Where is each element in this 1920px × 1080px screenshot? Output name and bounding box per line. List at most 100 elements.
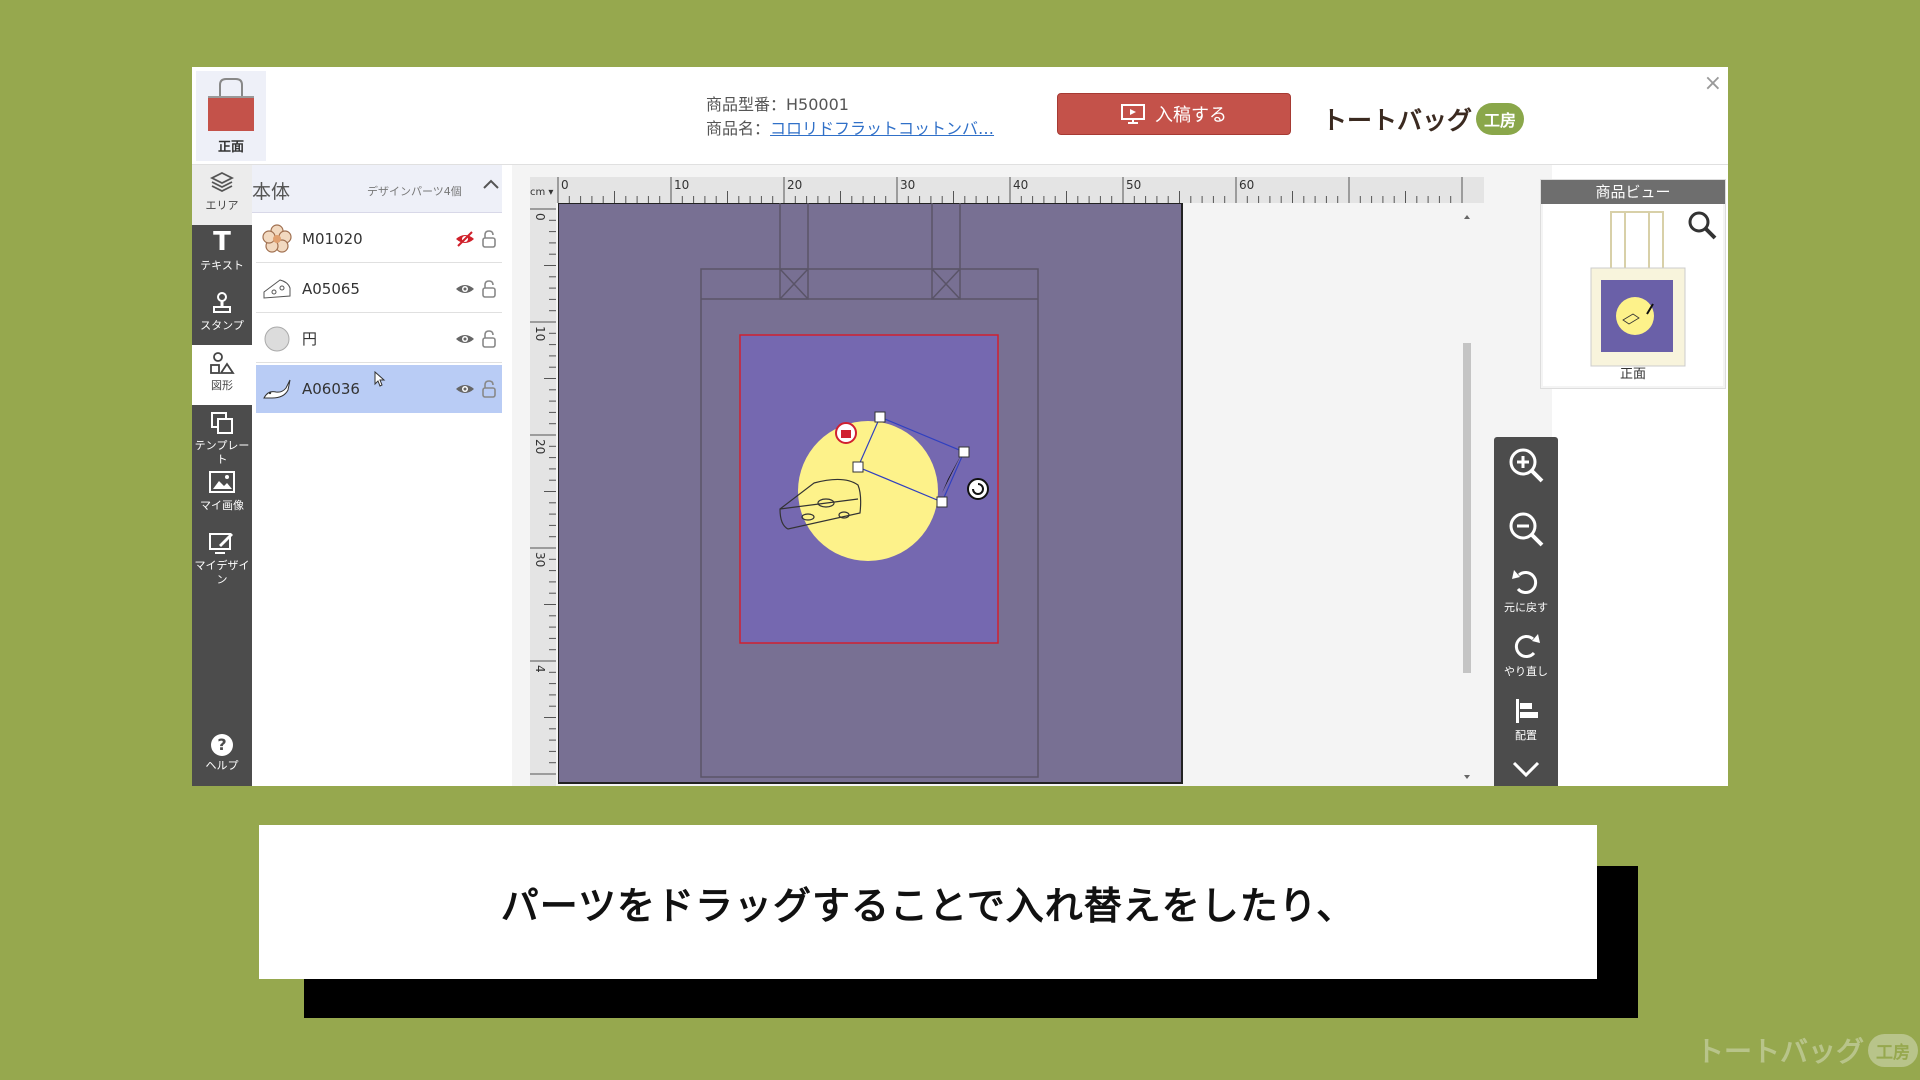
panel-expand-button[interactable] bbox=[1494, 759, 1558, 783]
rotate-handle-icon[interactable] bbox=[967, 478, 989, 500]
submit-button[interactable]: 入稿する bbox=[1057, 93, 1291, 135]
product-view-title: 商品ビュー bbox=[1541, 180, 1725, 204]
editor-window: 正面 商品型番：H50001 商品名：コロリドフラットコットンバ… 入稿する ト… bbox=[192, 67, 1728, 786]
layer-count: デザインパーツ4個 bbox=[367, 185, 462, 198]
tool-my-image[interactable]: マイ画像 bbox=[192, 465, 252, 525]
cursor-pointer-icon bbox=[374, 371, 386, 387]
unlock-icon[interactable] bbox=[478, 228, 500, 250]
product-name-link[interactable]: コロリドフラットコットンバ… bbox=[770, 119, 994, 138]
circle-thumbnail-icon bbox=[260, 322, 294, 356]
tool-shapes-label: 図形 bbox=[211, 379, 233, 392]
unlock-icon[interactable] bbox=[478, 328, 500, 350]
unit-label: cm bbox=[530, 187, 546, 198]
product-name-prefix: 商品名： bbox=[706, 119, 771, 138]
layer-panel-header[interactable]: 本体 デザインパーツ4個 bbox=[252, 165, 502, 213]
eye-icon[interactable] bbox=[454, 378, 476, 400]
cheese-thumbnail-icon bbox=[260, 272, 294, 306]
product-view-panel: 商品ビュー 正面 bbox=[1540, 179, 1726, 389]
submit-label: 入稿する bbox=[1155, 105, 1227, 126]
stamp-icon bbox=[192, 285, 252, 319]
zoom-out-button[interactable] bbox=[1494, 509, 1558, 553]
redo-label: やり直し bbox=[1504, 665, 1548, 678]
layer-item-a05065[interactable]: A05065 bbox=[256, 265, 502, 313]
layer-item-circle[interactable]: 円 bbox=[256, 315, 502, 363]
logo-text: トートバッグ bbox=[1322, 106, 1473, 135]
undo-label: 元に戻す bbox=[1504, 601, 1548, 614]
ruler-label: 10 bbox=[674, 178, 689, 192]
tool-my-design[interactable]: マイデザイン bbox=[192, 525, 252, 586]
brand-logo: トートバッグ 工房 bbox=[1322, 101, 1525, 137]
zoom-tool-panel: 元に戻す やり直し 配置 bbox=[1494, 437, 1558, 786]
ruler-label: 4 bbox=[533, 665, 547, 673]
delete-handle-icon[interactable] bbox=[835, 422, 857, 444]
design-canvas[interactable] bbox=[558, 203, 1322, 786]
align-left-icon bbox=[1516, 699, 1538, 723]
watermark-logo: トートバッグ 工房 bbox=[1696, 1030, 1919, 1070]
unlock-icon[interactable] bbox=[478, 278, 500, 300]
tool-area[interactable]: エリア bbox=[192, 165, 252, 225]
eye-hidden-icon[interactable] bbox=[454, 228, 476, 250]
tool-text[interactable]: T テキスト bbox=[192, 225, 252, 285]
monitor-icon bbox=[1121, 104, 1145, 124]
watermark-text: トートバッグ bbox=[1696, 1035, 1865, 1068]
layer-panel-title: 本体 bbox=[252, 181, 291, 203]
watermark-badge: 工房 bbox=[1868, 1033, 1919, 1067]
header-bar: 正面 商品型番：H50001 商品名：コロリドフラットコットンバ… 入稿する ト… bbox=[192, 67, 1728, 165]
tool-stamp-label: スタンプ bbox=[200, 319, 244, 332]
zoom-out-icon bbox=[1509, 512, 1544, 547]
ruler-label: 20 bbox=[533, 439, 547, 454]
logo-badge: 工房 bbox=[1476, 103, 1525, 135]
ruler-label: 10 bbox=[533, 326, 547, 341]
unlock-icon[interactable] bbox=[478, 378, 500, 400]
ruler-horizontal: 0 10 20 30 40 50 60 bbox=[530, 177, 1484, 203]
ruler-label: 50 bbox=[1126, 178, 1141, 192]
tool-help-label: ヘルプ bbox=[205, 759, 239, 772]
layer-name: 円 bbox=[302, 330, 318, 348]
eye-icon[interactable] bbox=[454, 278, 476, 300]
eye-icon[interactable] bbox=[454, 328, 476, 350]
product-preview[interactable]: 正面 bbox=[1543, 204, 1723, 386]
ruler-label: 30 bbox=[533, 552, 547, 567]
tool-template-label: テンプレート bbox=[194, 439, 250, 466]
ruler-label: 0 bbox=[533, 213, 547, 221]
ruler-vertical: 0 10 20 30 4 bbox=[530, 203, 556, 786]
align-button[interactable]: 配置 bbox=[1494, 695, 1558, 743]
tool-text-label: テキスト bbox=[200, 259, 244, 272]
tote-bag-icon bbox=[208, 78, 254, 131]
layer-item-m01020[interactable]: M01020 bbox=[256, 215, 502, 263]
tool-my-image-label: マイ画像 bbox=[200, 499, 244, 512]
flower-thumbnail-icon bbox=[260, 222, 294, 256]
vertical-scrollbar[interactable] bbox=[1460, 213, 1474, 783]
design-workspace[interactable]: 0 10 20 30 40 50 60 0 10 20 30 4 cm ▾ bbox=[512, 165, 1552, 786]
view-front-label: 正面 bbox=[217, 140, 244, 155]
undo-button[interactable]: 元に戻す bbox=[1494, 567, 1558, 615]
zoom-in-button[interactable] bbox=[1494, 445, 1558, 489]
layer-name: A05065 bbox=[302, 279, 360, 298]
tool-sidebar: エリア T テキスト スタンプ 図形 テンプレート マイ画像 マイデザイン ? … bbox=[192, 165, 252, 786]
unit-selector[interactable]: cm ▾ bbox=[530, 187, 556, 203]
tool-stamp[interactable]: スタンプ bbox=[192, 285, 252, 345]
magnifier-icon[interactable] bbox=[1687, 210, 1717, 240]
redo-button[interactable]: やり直し bbox=[1494, 631, 1558, 679]
chevron-up-icon[interactable] bbox=[482, 177, 500, 191]
tool-my-design-label: マイデザイン bbox=[194, 559, 250, 586]
redo-icon bbox=[1514, 634, 1540, 658]
product-code: 商品型番：H50001 bbox=[706, 95, 849, 114]
shapes-icon bbox=[192, 345, 252, 379]
help-icon: ? bbox=[211, 734, 233, 756]
zoom-in-icon bbox=[1509, 448, 1544, 483]
ruler-label: 40 bbox=[1013, 178, 1028, 192]
ruler-label: 30 bbox=[900, 178, 915, 192]
layers-icon bbox=[192, 165, 252, 199]
caption-text: パーツをドラッグすることで入れ替えをしたり、 bbox=[500, 883, 1356, 928]
close-button[interactable]: × bbox=[1704, 71, 1722, 96]
tool-template[interactable]: テンプレート bbox=[192, 405, 252, 466]
view-front-tab[interactable]: 正面 bbox=[196, 71, 266, 161]
text-icon: T bbox=[213, 227, 231, 257]
my-design-icon bbox=[192, 525, 252, 559]
image-icon bbox=[192, 465, 252, 499]
tool-shapes[interactable]: 図形 bbox=[192, 345, 252, 405]
tool-help[interactable]: ? ヘルプ bbox=[192, 725, 252, 785]
layer-name: M01020 bbox=[302, 229, 363, 248]
product-view-label: 正面 bbox=[1619, 367, 1646, 382]
